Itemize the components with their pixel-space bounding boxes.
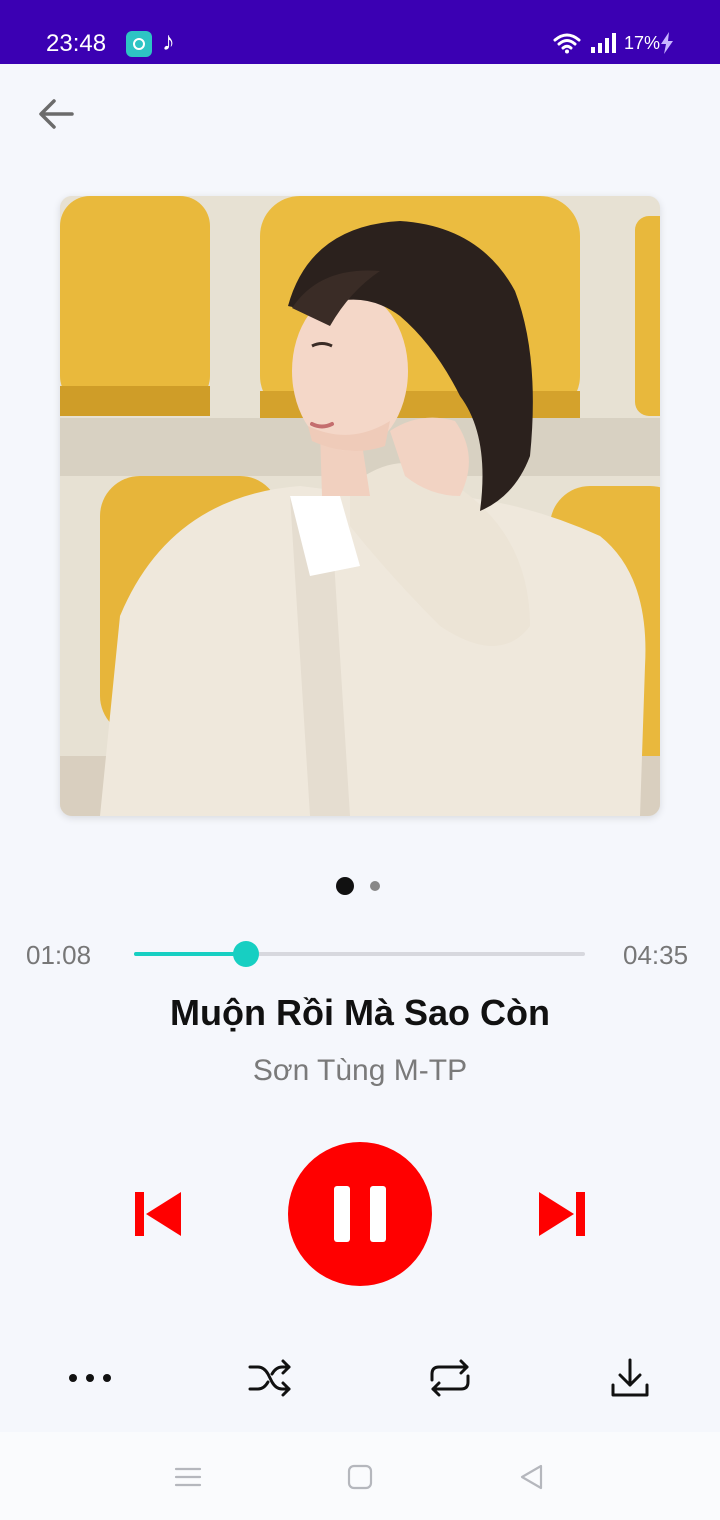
charging-icon (661, 32, 673, 54)
menu-icon[interactable] (173, 1462, 203, 1492)
signal-icon (591, 33, 616, 53)
skip-next-icon (539, 1192, 585, 1236)
status-time: 23:48 (46, 30, 107, 57)
shuffle-button[interactable] (246, 1354, 294, 1402)
back-triangle-icon[interactable] (516, 1462, 546, 1492)
status-bar: 23:48 ♪ 17% (0, 0, 720, 64)
skip-previous-icon (135, 1192, 181, 1236)
shuffle-icon (248, 1359, 291, 1397)
seek-bar[interactable] (134, 941, 585, 967)
more-button[interactable] (66, 1354, 114, 1402)
battery-percentage: 17% (624, 33, 661, 53)
repeat-button[interactable] (426, 1354, 474, 1402)
more-icon (69, 1374, 111, 1382)
pager-dot[interactable] (370, 881, 380, 891)
app-notification-icon (126, 31, 152, 57)
back-button[interactable] (32, 90, 80, 138)
artist-name[interactable]: Sơn Tùng M-TP (0, 1054, 720, 1088)
download-button[interactable] (606, 1354, 654, 1402)
total-time: 04:35 (623, 940, 689, 970)
song-title: Muộn Rồi Mà Sao Còn (170, 992, 550, 1033)
next-button[interactable] (534, 1188, 590, 1240)
music-note-icon: ♪ (162, 26, 175, 56)
pager-dot-active[interactable] (336, 877, 354, 895)
previous-button[interactable] (130, 1188, 186, 1240)
seek-bar-thumb[interactable] (233, 941, 259, 967)
current-time: 01:08 (26, 940, 92, 970)
pause-icon-right (370, 1186, 386, 1242)
pause-icon-left (334, 1186, 350, 1242)
download-icon (611, 1358, 649, 1397)
wifi-icon (553, 33, 581, 54)
repeat-icon (430, 1359, 470, 1397)
seek-bar-progress (134, 952, 246, 956)
home-icon[interactable] (345, 1462, 375, 1492)
arrow-left-icon (39, 99, 74, 129)
pager-indicator[interactable] (0, 876, 720, 896)
pause-button[interactable] (288, 1142, 432, 1286)
system-nav-bar (0, 1432, 720, 1520)
album-cover-photo (60, 196, 660, 816)
album-art[interactable] (60, 196, 660, 816)
